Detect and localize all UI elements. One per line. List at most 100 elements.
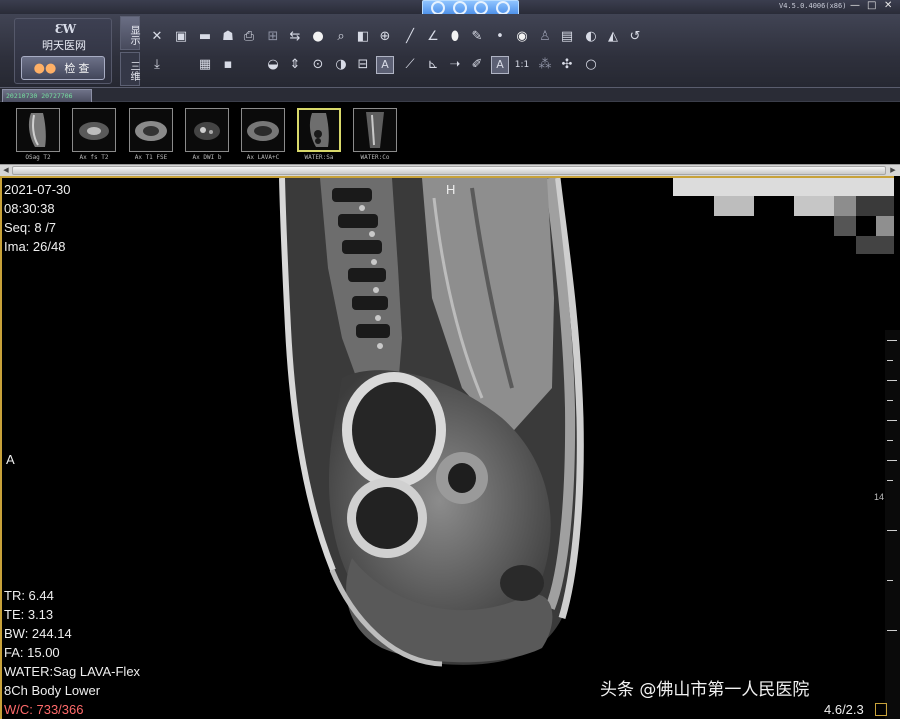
thumbnail-image xyxy=(129,108,173,152)
watermark-text: 头条 @佛山市第一人民医院 xyxy=(600,680,810,700)
app-logo: ƐW 明天医网 ●● 检查 xyxy=(14,18,112,84)
text-icon[interactable]: A xyxy=(376,56,394,74)
pan-icon[interactable]: ⊕ xyxy=(376,28,394,46)
thumbnail-image xyxy=(16,108,60,152)
freehand-icon[interactable]: ✐ xyxy=(468,56,486,74)
series-caption: Ax DWI b xyxy=(192,154,222,161)
series-thumbnail[interactable]: Ax DWI b xyxy=(183,106,231,166)
circle-icon[interactable] xyxy=(496,1,511,15)
scroll-right-icon[interactable]: ▶ xyxy=(888,166,898,175)
study-date: 2021-07-30 xyxy=(4,182,71,197)
series-caption: Ax LAVA+C xyxy=(246,154,280,161)
ruler-line-icon[interactable]: ╱ xyxy=(401,28,419,46)
minimize-button[interactable]: — xyxy=(850,1,860,11)
film-icon[interactable]: ▦ xyxy=(196,56,214,74)
series-thumbnail[interactable]: Ax T1 FSE xyxy=(127,106,175,166)
orientation-left: A xyxy=(6,452,15,467)
scrollbar-thumb[interactable] xyxy=(12,166,886,175)
series-thumbnail[interactable]: Ax LAVA+C xyxy=(239,106,287,166)
tr-value: TR: 6.44 xyxy=(4,588,54,603)
circle-icon[interactable] xyxy=(452,1,467,15)
bw-value: BW: 244.14 xyxy=(4,626,72,641)
anonymization-block xyxy=(834,216,856,236)
reset-icon[interactable]: ↺ xyxy=(626,28,644,46)
ring-icon[interactable]: ○ xyxy=(582,56,600,74)
polyline-icon[interactable]: ⟋ xyxy=(401,56,419,74)
series-description: WATER:Sag LAVA-Flex xyxy=(4,664,141,679)
study-tab[interactable]: 20210730 20727706 xyxy=(2,89,92,102)
measure-icon[interactable]: ✕ xyxy=(148,28,166,46)
flip-icon[interactable]: ⇆ xyxy=(286,28,304,46)
anonymization-block xyxy=(794,196,834,216)
cobb-angle-icon[interactable]: ⊾ xyxy=(424,56,442,74)
scale-ruler: 14 xyxy=(874,330,900,719)
anonymization-block xyxy=(856,196,894,216)
thumbnail-scrollbar[interactable]: ◀ ▶ xyxy=(0,164,900,176)
logo-mark-icon: ƐW xyxy=(54,22,76,36)
version-label: V4.5.0.4006(x86) xyxy=(779,2,847,10)
zoom-value: 4.6/2.3 xyxy=(824,702,864,717)
up-down-icon[interactable]: ⇕ xyxy=(286,56,304,74)
spine-icon[interactable]: ⁂ xyxy=(536,56,554,74)
ratio-button[interactable]: 1:1 xyxy=(513,56,531,74)
window-level-icon[interactable]: ◧ xyxy=(354,28,372,46)
people-icon: ●● xyxy=(33,60,57,76)
report-icon[interactable]: ▤ xyxy=(558,28,576,46)
magnifier-icon[interactable]: ⌕ xyxy=(332,28,350,46)
logo-text: 明天医网 xyxy=(42,39,86,52)
tab-3d[interactable]: 三维 xyxy=(120,52,140,86)
contrast-icon[interactable]: ◑ xyxy=(332,56,350,74)
print-icon[interactable]: ⎙ xyxy=(240,28,258,46)
annotation-icon[interactable]: ✎ xyxy=(468,28,486,46)
thumbnail-image xyxy=(353,108,397,152)
fa-value: FA: 15.00 xyxy=(4,645,60,660)
circle-roi-icon[interactable]: ◉ xyxy=(513,28,531,46)
series-thumbnail-selected[interactable]: WATER:Sa xyxy=(295,106,343,166)
series-caption: Ax fs T2 xyxy=(79,154,109,161)
exam-button[interactable]: ●● 检查 xyxy=(21,56,105,80)
eraser-icon[interactable]: ◭ xyxy=(604,28,622,46)
cine-icon[interactable]: ◐ xyxy=(582,28,600,46)
save-icon[interactable]: ▪ xyxy=(219,56,237,74)
monitor-icon[interactable]: ▣ xyxy=(172,28,190,46)
export-icon[interactable]: ⤓ xyxy=(148,56,166,74)
circle-icon[interactable] xyxy=(430,1,445,15)
thumbnail-image xyxy=(185,108,229,152)
ruler-label: 14 xyxy=(874,492,885,502)
sphere-icon[interactable]: ● xyxy=(309,28,327,46)
close-button[interactable]: ✕ xyxy=(884,1,892,11)
localizer-icon[interactable]: ⊟ xyxy=(354,56,372,74)
thumbnail-image xyxy=(297,108,341,152)
anonymization-block xyxy=(673,178,894,196)
folder-icon[interactable]: ▬ xyxy=(196,28,214,46)
zoom-icon[interactable]: ⊙ xyxy=(309,56,327,74)
angle-icon[interactable]: ∠ xyxy=(424,28,442,46)
thumbnail-image xyxy=(72,108,116,152)
series-caption: WATER:Sa xyxy=(304,154,334,161)
anonymization-block xyxy=(876,216,894,236)
series-thumbnail[interactable]: OSag T2 xyxy=(14,106,62,166)
anonymization-block xyxy=(834,196,856,216)
grid-layout-icon[interactable]: ⊞ xyxy=(264,28,282,46)
coil-name: 8Ch Body Lower xyxy=(4,683,101,698)
tool-icons: ✕ ▣ ▬ ☗ ⎙ ⊞ ⇆ ● ⌕ ◧ ⊕ ╱ ∠ ⬮ ✎ • ◉ ♙ ▤ ◐ … xyxy=(146,24,640,86)
main-toolbar: ƐW 明天医网 ●● 检查 显示 三维 ✕ ▣ ▬ ☗ ⎙ ⊞ ⇆ ● ⌕ ◧ … xyxy=(0,14,900,88)
exam-button-label: 检查 xyxy=(64,62,93,75)
arrow-icon[interactable]: ➝ xyxy=(446,56,464,74)
image-viewport[interactable]: 2021-07-30 08:30:38 Seq: 8 /7 Ima: 26/48… xyxy=(0,176,894,719)
label-icon[interactable]: A xyxy=(491,56,509,74)
rotate-icon[interactable]: ◒ xyxy=(264,56,282,74)
series-thumbnail[interactable]: WATER:Co xyxy=(351,106,399,166)
series-thumbnail[interactable]: Ax fs T2 xyxy=(70,106,118,166)
point-icon[interactable]: • xyxy=(491,28,509,46)
scroll-left-icon[interactable]: ◀ xyxy=(1,166,11,175)
ellipse-icon[interactable]: ⬮ xyxy=(446,28,464,46)
body-icon[interactable]: ♙ xyxy=(536,28,554,46)
tab-display[interactable]: 显示 xyxy=(120,16,140,50)
series-caption: WATER:Co xyxy=(360,154,390,161)
crosshair-icon[interactable]: ✣ xyxy=(558,56,576,74)
maximize-button[interactable]: □ xyxy=(867,1,876,11)
circle-icon[interactable] xyxy=(474,1,489,15)
study-tab-bar: 20210730 20727706 xyxy=(0,88,900,102)
patient-icon[interactable]: ☗ xyxy=(219,28,237,46)
